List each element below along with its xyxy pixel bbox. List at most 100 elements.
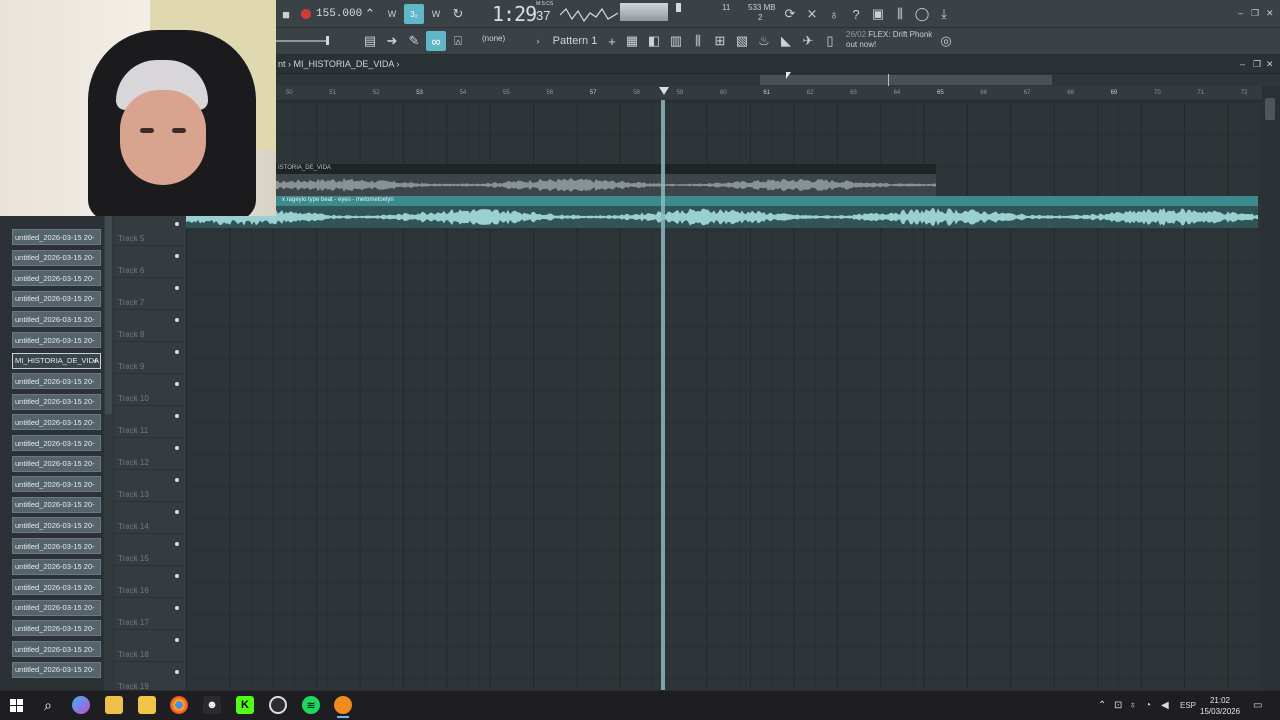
calendar-app-icon[interactable] (138, 696, 156, 714)
mixer-icon[interactable]: ⫼ (890, 4, 910, 24)
chrome-icon[interactable] (170, 696, 188, 714)
track-mute-led[interactable] (175, 350, 179, 354)
kick-app-icon[interactable]: K (236, 696, 254, 714)
copilot-icon[interactable] (72, 696, 90, 714)
download-icon[interactable]: ⤓ (934, 4, 954, 24)
language-indicator[interactable]: ESP (1180, 701, 1196, 710)
track-header[interactable]: Track 10 (114, 374, 186, 406)
track-header[interactable]: Track 11 (114, 406, 186, 438)
track-header[interactable]: Track 5 (114, 214, 186, 246)
browser-item[interactable]: untitled_2026-03-15 20- (12, 641, 101, 657)
close-project-icon[interactable]: ⨯ (802, 4, 822, 24)
stop-icon[interactable]: ■ (276, 4, 296, 24)
track-mute-led[interactable] (175, 574, 179, 578)
cart-icon[interactable]: ▯ (820, 31, 840, 51)
main-volume-slider[interactable] (276, 40, 328, 42)
track-mute-led[interactable] (175, 414, 179, 418)
browser-item[interactable]: untitled_2026-03-15 20- (12, 373, 101, 390)
browser-item[interactable]: untitled_2026-03-15 20- (12, 579, 101, 596)
browser-item[interactable]: untitled_2026-03-15 20- (12, 435, 101, 451)
track-header[interactable]: Track 17 (114, 598, 186, 630)
microphone-icon[interactable]: ♁ (824, 4, 844, 24)
playlist-close-icon[interactable]: ✕ (1266, 59, 1274, 70)
browser-item[interactable]: untitled_2026-03-15 20- (12, 538, 101, 554)
tempo-display[interactable]: 155.000 (316, 5, 362, 23)
track-header[interactable]: Track 6 (114, 246, 186, 278)
obs-icon[interactable] (269, 696, 287, 714)
minimize-icon[interactable]: – (1238, 8, 1243, 18)
browser-item[interactable]: untitled_2026-03-15 20- (12, 332, 101, 348)
track-header[interactable]: Track 15 (114, 534, 186, 566)
draw-tool-icon[interactable]: ✎ (404, 31, 424, 51)
track-header[interactable]: Track 14 (114, 502, 186, 534)
browser-scroll-thumb[interactable] (105, 214, 112, 414)
master-volume-meter[interactable] (620, 3, 668, 21)
fl-studio-icon[interactable] (334, 696, 352, 714)
track-mute-led[interactable] (175, 606, 179, 610)
close-icon[interactable]: ✕ (1266, 8, 1274, 19)
metronome-icon[interactable]: ⌃ (360, 4, 380, 24)
browser-item[interactable]: untitled_2026-03-15 20- (12, 414, 101, 431)
record-button[interactable] (296, 4, 316, 24)
piano-roll-icon[interactable]: ▤ (360, 31, 380, 51)
timeline-ruler[interactable]: 50 51 52 53 54 55 56 57 58 59 60 61 62 63 64 65 66 67 68 69… (186, 86, 1262, 101)
file-explorer-icon[interactable] (105, 696, 123, 714)
audio-clip-beat[interactable]: x rageyio type beat - eyes - metometoely… (186, 196, 1258, 228)
track-mute-led[interactable] (175, 638, 179, 642)
piano-roll-window-icon[interactable]: ▥ (666, 31, 686, 51)
playlist-restore-icon[interactable]: ❐ (1253, 59, 1261, 70)
help-icon[interactable]: ? (846, 4, 866, 24)
notification-icon[interactable]: ▭ (1253, 700, 1262, 711)
marker-icon[interactable]: ◣ (776, 31, 796, 51)
taskbar-clock[interactable]: 21:02 15/03/2026 (1200, 695, 1240, 717)
search-icon[interactable]: ⌕ (39, 696, 57, 714)
pattern-selector[interactable]: Pattern 1 (546, 33, 604, 49)
track-mute-led[interactable] (175, 446, 179, 450)
track-header[interactable]: Track 7 (114, 278, 186, 310)
playlist-vertical-scrollbar[interactable] (1262, 86, 1280, 690)
browser-item[interactable]: untitled_2026-03-15 20- (12, 558, 101, 575)
browser-item[interactable]: untitled_2026-03-15 20- (12, 393, 101, 410)
spotify-icon[interactable]: ≋ (302, 696, 320, 714)
browser-item[interactable]: MI_HISTORIA_DE_VIDA + (12, 352, 101, 369)
add-pattern-icon[interactable]: + (602, 31, 622, 51)
game-app-icon[interactable]: ☻ (203, 696, 221, 714)
touch-keyboard-icon[interactable]: ✈ (798, 31, 818, 51)
loop-record-icon[interactable]: ↻ (448, 4, 468, 24)
playlist-icon[interactable]: ▦ (622, 31, 642, 51)
track-mute-led[interactable] (175, 254, 179, 258)
chevron-right-icon[interactable]: › (528, 31, 548, 51)
bell-icon[interactable]: ⍓ (448, 31, 468, 51)
breadcrumb[interactable]: nt › MI_HISTORIA_DE_VIDA › (278, 59, 399, 69)
arrow-right-icon[interactable]: ➜ (382, 31, 402, 51)
undo-history-icon[interactable]: ⟳ (780, 4, 800, 24)
browser-item[interactable]: untitled_2026-03-15 20- (12, 496, 101, 513)
track-mute-led[interactable] (175, 542, 179, 546)
browser-item[interactable]: untitled_2026-03-15 20- (12, 229, 101, 245)
track-header[interactable]: Track 12 (114, 438, 186, 470)
browser-item[interactable]: untitled_2026-03-15 20- (12, 249, 101, 266)
chevron-up-icon[interactable]: ⌃ (1098, 700, 1106, 711)
track-mute-led[interactable] (175, 382, 179, 386)
blend-notes-icon[interactable]: W (426, 4, 446, 24)
browser-item[interactable]: untitled_2026-03-15 20- (12, 476, 101, 493)
browser-item[interactable]: untitled_2026-03-15 20- (12, 311, 101, 328)
track-header[interactable]: Track 18 (114, 630, 186, 662)
master-pitch-slider[interactable] (676, 3, 681, 12)
track-mute-led[interactable] (175, 670, 179, 674)
main-volume-knob[interactable] (326, 36, 329, 45)
plugin-database-icon[interactable]: ▧ (732, 31, 752, 51)
globe-icon[interactable]: ◎ (936, 31, 956, 51)
track-header[interactable]: Track 13 (114, 470, 186, 502)
playhead-marker[interactable] (659, 87, 669, 95)
chat-icon[interactable]: ◯ (912, 4, 932, 24)
snap-selector[interactable]: (none) (482, 34, 505, 43)
playlist-minimize-icon[interactable]: – (1240, 59, 1245, 69)
plugin-icon[interactable]: ♨ (754, 31, 774, 51)
browser-item[interactable]: untitled_2026-03-15 20- (12, 599, 101, 616)
browser-window-icon[interactable]: ⊞ (710, 31, 730, 51)
track-header[interactable]: Track 9 (114, 342, 186, 374)
wait-input-icon[interactable]: W (382, 4, 402, 24)
channel-rack-icon[interactable]: ◧ (644, 31, 664, 51)
volume-icon[interactable]: ◀ (1161, 700, 1169, 711)
